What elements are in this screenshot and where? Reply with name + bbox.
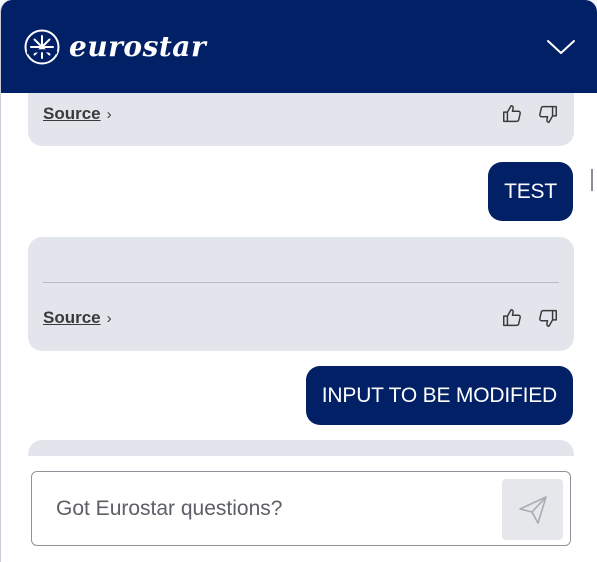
source-label: Source <box>43 308 101 327</box>
message-input[interactable] <box>56 472 486 545</box>
brand-name: eurostar <box>69 30 207 63</box>
eurostar-logo: eurostar <box>23 28 206 66</box>
bot-message: Source › <box>28 237 574 351</box>
message-footer: Source › <box>43 99 559 129</box>
send-button[interactable] <box>502 479 563 540</box>
feedback-buttons <box>501 307 559 329</box>
collapse-chat-button[interactable] <box>544 30 578 64</box>
chevron-right-icon: › <box>106 309 112 327</box>
thumbs-up-icon[interactable] <box>501 103 523 125</box>
composer <box>1 456 597 562</box>
message-divider <box>43 282 559 283</box>
user-message-text: TEST <box>504 179 557 203</box>
source-link[interactable]: Source › <box>43 104 112 124</box>
scrollbar-thumb[interactable] <box>591 169 593 191</box>
user-message: TEST <box>488 162 573 221</box>
send-icon <box>518 495 547 524</box>
bottom-edge <box>1 558 597 562</box>
thumbs-down-icon[interactable] <box>537 103 559 125</box>
thumbs-up-icon[interactable] <box>501 307 523 329</box>
source-link[interactable]: Source › <box>43 308 112 328</box>
chevron-down-icon <box>547 39 575 54</box>
bot-message: Source › <box>28 93 574 146</box>
user-message: INPUT TO BE MODIFIED <box>305 366 573 425</box>
eurostar-star-logo-icon <box>24 29 60 64</box>
feedback-buttons <box>501 103 559 125</box>
chevron-right-icon: › <box>106 105 112 123</box>
message-input-box <box>31 471 571 546</box>
chat-header: eurostar <box>1 0 597 93</box>
chat-messages[interactable]: Source › TEST Source › INPUT TO BE MODIF… <box>1 93 597 456</box>
bot-message <box>28 440 574 456</box>
source-label: Source <box>43 104 101 123</box>
chat-widget: eurostar Source › TEST Source › INPUT TO… <box>0 0 597 562</box>
message-footer: Source › <box>43 303 559 333</box>
user-message-text: INPUT TO BE MODIFIED <box>321 383 557 407</box>
thumbs-down-icon[interactable] <box>537 307 559 329</box>
